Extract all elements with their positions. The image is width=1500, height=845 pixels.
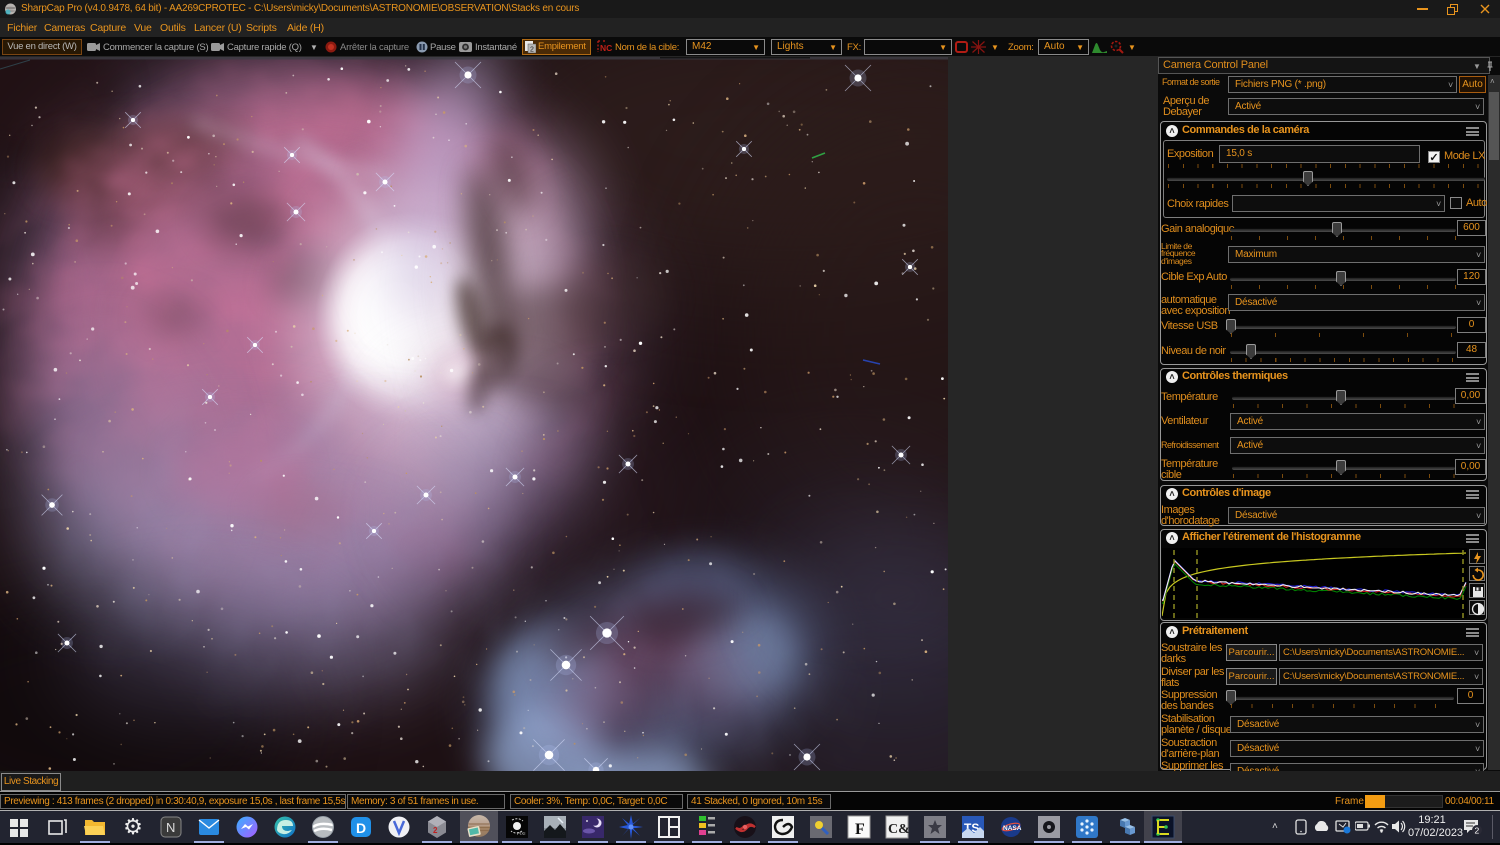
svg-text:NASA: NASA	[1003, 825, 1022, 832]
svg-text:N: N	[166, 820, 175, 835]
svg-text:F: F	[855, 821, 865, 838]
svg-text:C&: C&	[888, 822, 910, 837]
svg-text:2: 2	[433, 826, 438, 835]
svg-text:2: 2	[1475, 826, 1480, 836]
svg-text:2: 2	[530, 47, 534, 54]
svg-text:NC: NC	[600, 43, 612, 53]
svg-text:PIXI: PIXI	[517, 831, 526, 836]
svg-text:D: D	[356, 820, 366, 836]
